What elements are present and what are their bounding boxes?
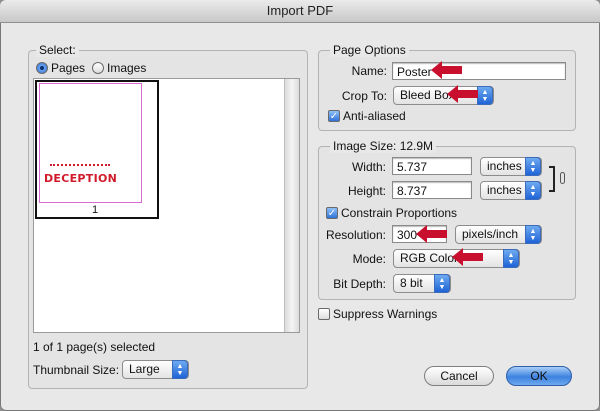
height-unit-value: inches [487, 183, 522, 197]
annotation-arrow-crop [447, 85, 478, 103]
chain-link-icon [560, 172, 565, 184]
anti-aliased-label[interactable]: Anti-aliased [343, 108, 406, 124]
images-radio-label[interactable]: Images [107, 60, 146, 76]
crop-to-label: Crop To: [341, 89, 387, 103]
width-unit-value: inches [487, 159, 522, 173]
mode-value: RGB Color [400, 251, 459, 265]
constrain-proportions-checkbox[interactable]: ✓ [326, 207, 338, 219]
popup-arrows-icon: ▲ ▼ [503, 249, 519, 268]
resolution-unit-popup[interactable]: pixels/inch ▲ ▼ [455, 225, 542, 244]
window-title: Import PDF [0, 0, 600, 23]
select-legend: Select: [36, 43, 79, 57]
thumbnail-dotted-line [50, 164, 110, 166]
popup-arrows-icon: ▲ ▼ [172, 360, 188, 379]
page-options-legend: Page Options [330, 43, 409, 57]
images-radio[interactable] [92, 62, 104, 74]
import-pdf-dialog: Import PDF Select: Pages Images DECEPTIO… [0, 0, 600, 411]
anti-aliased-checkbox[interactable]: ✓ [328, 110, 340, 122]
name-label: Name: [351, 64, 387, 78]
popup-arrows-icon: ▲ ▼ [525, 225, 541, 244]
thumbnail-scrollbar[interactable] [284, 79, 299, 332]
thumbnail-size-popup[interactable]: Large ▲ ▼ [122, 360, 189, 379]
width-unit-popup[interactable]: inches ▲ ▼ [480, 157, 542, 176]
height-label: Height: [347, 184, 386, 198]
thumbnail-size-value: Large [129, 362, 160, 376]
height-unit-popup[interactable]: inches ▲ ▼ [480, 181, 542, 200]
popup-arrows-icon: ▲ ▼ [434, 274, 450, 293]
width-label: Width: [351, 160, 386, 174]
bit-depth-value: 8 bit [400, 276, 423, 290]
bit-depth-label: Bit Depth: [333, 277, 386, 291]
annotation-arrow-name [431, 61, 462, 79]
suppress-warnings-checkbox[interactable] [318, 308, 330, 320]
constrain-proportions-label[interactable]: Constrain Proportions [341, 205, 457, 221]
thumbnail-page-number: 1 [92, 204, 99, 216]
resolution-label: Resolution: [325, 228, 386, 242]
selection-status: 1 of 1 page(s) selected [33, 340, 156, 354]
cancel-button[interactable]: Cancel [424, 366, 494, 386]
pages-radio[interactable] [36, 62, 48, 74]
popup-arrows-icon: ▲ ▼ [477, 86, 493, 105]
ok-button[interactable]: OK [506, 366, 572, 386]
page-thumbnail-selected[interactable]: DECEPTION 1 [35, 80, 159, 219]
thumbnail-list[interactable]: DECEPTION 1 [33, 78, 300, 333]
annotation-arrow-resolution [416, 225, 447, 243]
pages-radio-label[interactable]: Pages [51, 60, 85, 76]
proportion-link-bracket [549, 166, 555, 192]
annotation-arrow-mode [452, 248, 483, 266]
bit-depth-popup[interactable]: 8 bit ▲ ▼ [393, 274, 451, 293]
page-thumbnail-image: DECEPTION [39, 83, 142, 203]
name-input[interactable]: Poster [392, 62, 566, 80]
mode-label: Mode: [352, 252, 386, 266]
height-input[interactable]: 8.737 [392, 181, 472, 199]
image-size-legend: Image Size: 12.9M [330, 139, 437, 153]
popup-arrows-icon: ▲ ▼ [525, 181, 541, 200]
thumbnail-size-label: Thumbnail Size: [33, 363, 120, 377]
thumbnail-title-text: DECEPTION [44, 172, 118, 185]
width-input[interactable]: 5.737 [392, 157, 472, 175]
suppress-warnings-label[interactable]: Suppress Warnings [333, 306, 437, 322]
popup-arrows-icon: ▲ ▼ [525, 157, 541, 176]
resolution-unit-value: pixels/inch [462, 227, 519, 241]
